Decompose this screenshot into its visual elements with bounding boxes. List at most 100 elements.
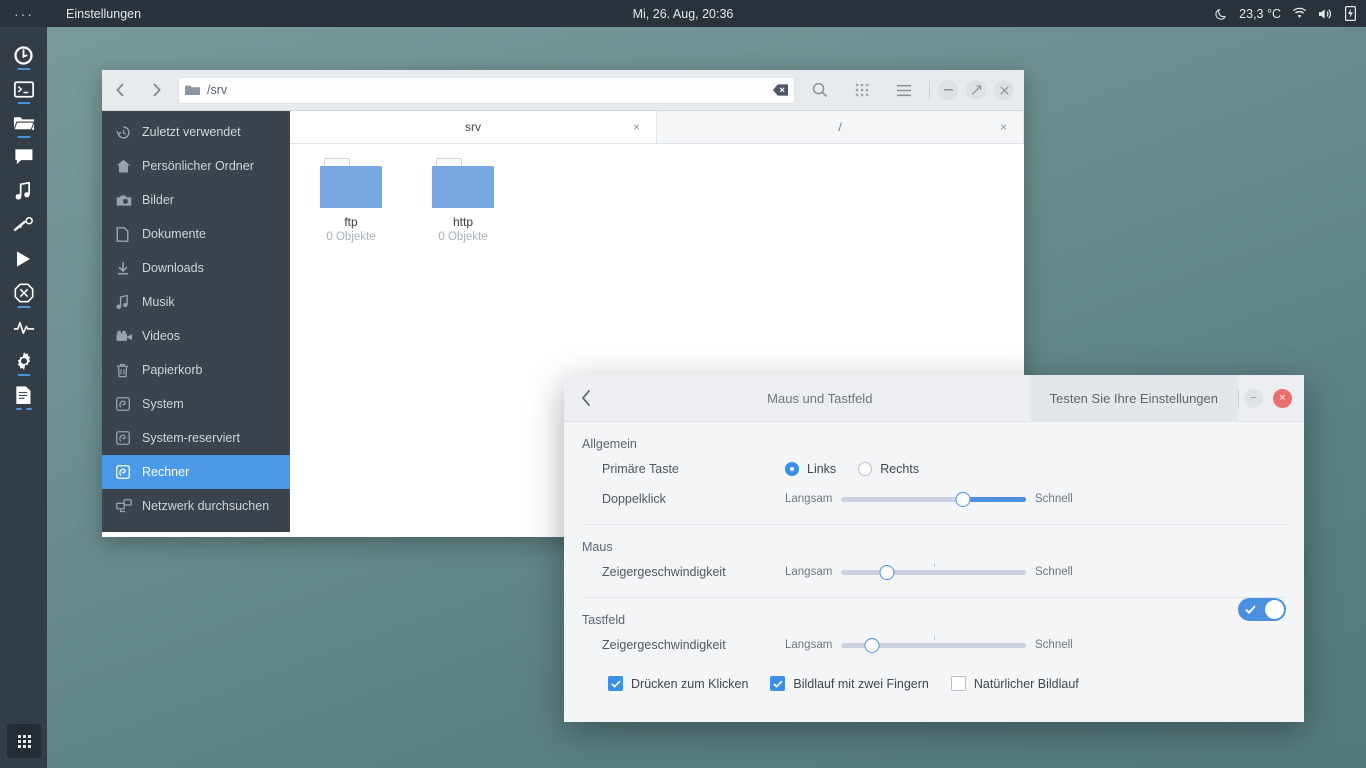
checkbox-indicator[interactable] bbox=[770, 676, 786, 691]
dock-item-music[interactable] bbox=[0, 174, 47, 208]
path-input[interactable]: /srv bbox=[178, 76, 795, 104]
panel-menu-button[interactable]: ··· bbox=[0, 6, 48, 22]
checkbox-two-finger-scroll[interactable]: Bildlauf mit zwei Fingern bbox=[770, 676, 929, 691]
maximize-button[interactable] bbox=[966, 80, 986, 100]
apps-grid-icon bbox=[17, 734, 31, 748]
dock-item-tools[interactable] bbox=[0, 208, 47, 242]
section-title-general: Allgemein bbox=[582, 437, 637, 451]
search-icon[interactable] bbox=[799, 70, 841, 111]
sidebar-item-label: Netzwerk durchsuchen bbox=[142, 499, 270, 513]
close-icon[interactable]: × bbox=[1000, 120, 1007, 134]
test-settings-button[interactable]: Testen Sie Ihre Einstellungen bbox=[1029, 374, 1238, 422]
music-note-icon bbox=[116, 294, 142, 310]
close-button[interactable]: × bbox=[1273, 388, 1292, 408]
view-grid-icon[interactable] bbox=[841, 70, 883, 111]
checkbox-label: Bildlauf mit zwei Fingern bbox=[793, 676, 929, 691]
checkbox-tap-to-click[interactable]: Drücken zum Klicken bbox=[608, 676, 748, 691]
wifi-icon[interactable] bbox=[1292, 7, 1307, 20]
dock-item-documents[interactable] bbox=[0, 378, 47, 412]
radio-indicator[interactable] bbox=[785, 462, 799, 476]
camera-icon bbox=[116, 194, 142, 207]
panel-active-app-name[interactable]: Einstellungen bbox=[66, 7, 141, 21]
checkbox-indicator[interactable] bbox=[950, 676, 966, 691]
dock-item-files[interactable] bbox=[0, 106, 47, 140]
sidebar-item-music[interactable]: Musik bbox=[102, 285, 290, 319]
sidebar-item-network[interactable]: Netzwerk durchsuchen bbox=[102, 489, 290, 523]
sidebar-item-system[interactable]: System bbox=[102, 387, 290, 421]
sidebar-item-system-reserved[interactable]: System-reserviert bbox=[102, 421, 290, 455]
touchpad-enable-toggle[interactable] bbox=[1238, 598, 1286, 621]
dock-item-chat[interactable] bbox=[0, 140, 47, 174]
toggle-knob bbox=[1265, 600, 1284, 619]
primary-button-options: Links Rechts bbox=[785, 462, 919, 476]
trash-icon bbox=[116, 363, 142, 378]
running-indicator bbox=[17, 306, 30, 308]
list-item[interactable]: http 0 Objekte bbox=[418, 158, 508, 243]
sidebar-item-recent[interactable]: Zuletzt verwendet bbox=[102, 115, 290, 149]
close-button[interactable] bbox=[994, 80, 1014, 100]
dock-item-player[interactable] bbox=[0, 242, 47, 276]
slider-min-label: Langsam bbox=[785, 493, 833, 505]
forward-arrow-icon[interactable] bbox=[138, 70, 174, 111]
settings-body: Allgemein Primäre Taste Links Rechts Dop… bbox=[564, 422, 1304, 722]
touchpad-pointer-speed-row: Zeigergeschwindigkeit Langsam Schnell bbox=[582, 630, 1286, 660]
touchpad-checkbox-row: Drücken zum Klicken Bildlauf mit zwei Fi… bbox=[582, 660, 1286, 691]
slider-min-label: Langsam bbox=[785, 566, 833, 578]
minimize-button[interactable]: − bbox=[1244, 388, 1263, 408]
mouse-pointer-speed-slider[interactable] bbox=[841, 563, 1026, 581]
tab-srv[interactable]: srv × bbox=[290, 111, 657, 143]
touchpad-pointer-speed-slider[interactable] bbox=[841, 636, 1026, 654]
running-indicator bbox=[17, 68, 30, 70]
minimize-button[interactable] bbox=[938, 80, 958, 100]
dock-item-terminal[interactable] bbox=[0, 72, 47, 106]
sidebar-item-label: Musik bbox=[142, 295, 175, 309]
tab-label: srv bbox=[465, 120, 481, 134]
radio-indicator[interactable] bbox=[858, 462, 873, 476]
file-manager-sidebar: Zuletzt verwendet Persönlicher Ordner Bi… bbox=[102, 111, 290, 532]
slider-knob[interactable] bbox=[955, 492, 971, 507]
back-chevron-icon[interactable] bbox=[564, 375, 610, 422]
dock bbox=[0, 27, 47, 768]
folder-icon bbox=[185, 84, 200, 96]
battery-icon[interactable] bbox=[1345, 6, 1356, 21]
menu-icon[interactable] bbox=[883, 70, 925, 111]
touchpad-pointer-speed-label: Zeigergeschwindigkeit bbox=[602, 638, 726, 652]
back-arrow-icon[interactable] bbox=[102, 70, 138, 111]
sidebar-item-documents[interactable]: Dokumente bbox=[102, 217, 290, 251]
checkbox-natural-scroll[interactable]: Natürlicher Bildlauf bbox=[950, 676, 1079, 691]
slider-max-label: Schnell bbox=[1035, 566, 1073, 578]
dock-item-monitor[interactable] bbox=[0, 310, 47, 344]
volume-icon[interactable] bbox=[1318, 7, 1334, 21]
sidebar-item-videos[interactable]: Videos bbox=[102, 319, 290, 353]
sidebar-item-trash[interactable]: Papierkorb bbox=[102, 353, 290, 387]
sidebar-item-computer[interactable]: Rechner bbox=[102, 455, 290, 489]
sidebar-item-label: Rechner bbox=[142, 465, 190, 479]
moon-icon[interactable] bbox=[1214, 7, 1228, 21]
slider-knob[interactable] bbox=[879, 565, 895, 580]
slider-knob[interactable] bbox=[864, 638, 880, 653]
close-icon[interactable]: × bbox=[633, 120, 640, 134]
sidebar-item-label: Papierkorb bbox=[142, 363, 203, 377]
tab-label: / bbox=[838, 120, 842, 134]
radio-option-left[interactable]: Links bbox=[785, 462, 836, 476]
list-item[interactable]: ftp 0 Objekte bbox=[306, 158, 396, 243]
radio-option-right[interactable]: Rechts bbox=[858, 462, 919, 476]
double-click-slider[interactable] bbox=[841, 490, 1026, 508]
panel-clock[interactable]: Mi, 26. Aug, 20:36 bbox=[0, 7, 1366, 21]
check-icon bbox=[1245, 605, 1256, 614]
checkbox-indicator[interactable] bbox=[608, 676, 623, 691]
tab-root[interactable]: / × bbox=[657, 111, 1024, 143]
section-title-touchpad: Tastfeld bbox=[582, 613, 626, 627]
temperature-indicator[interactable]: 23,3 °C bbox=[1239, 7, 1281, 21]
sidebar-item-home[interactable]: Persönlicher Ordner bbox=[102, 149, 290, 183]
apps-grid-button[interactable] bbox=[7, 724, 41, 758]
running-indicator bbox=[17, 374, 30, 376]
dock-item-browser[interactable] bbox=[0, 38, 47, 72]
dock-item-blocker[interactable] bbox=[0, 276, 47, 310]
sidebar-item-downloads[interactable]: Downloads bbox=[102, 251, 290, 285]
backspace-clear-icon[interactable] bbox=[769, 80, 791, 101]
sidebar-item-pictures[interactable]: Bilder bbox=[102, 183, 290, 217]
slider-max-label: Schnell bbox=[1035, 493, 1073, 505]
sidebar-item-label: Videos bbox=[142, 329, 180, 343]
dock-item-settings[interactable] bbox=[0, 344, 47, 378]
